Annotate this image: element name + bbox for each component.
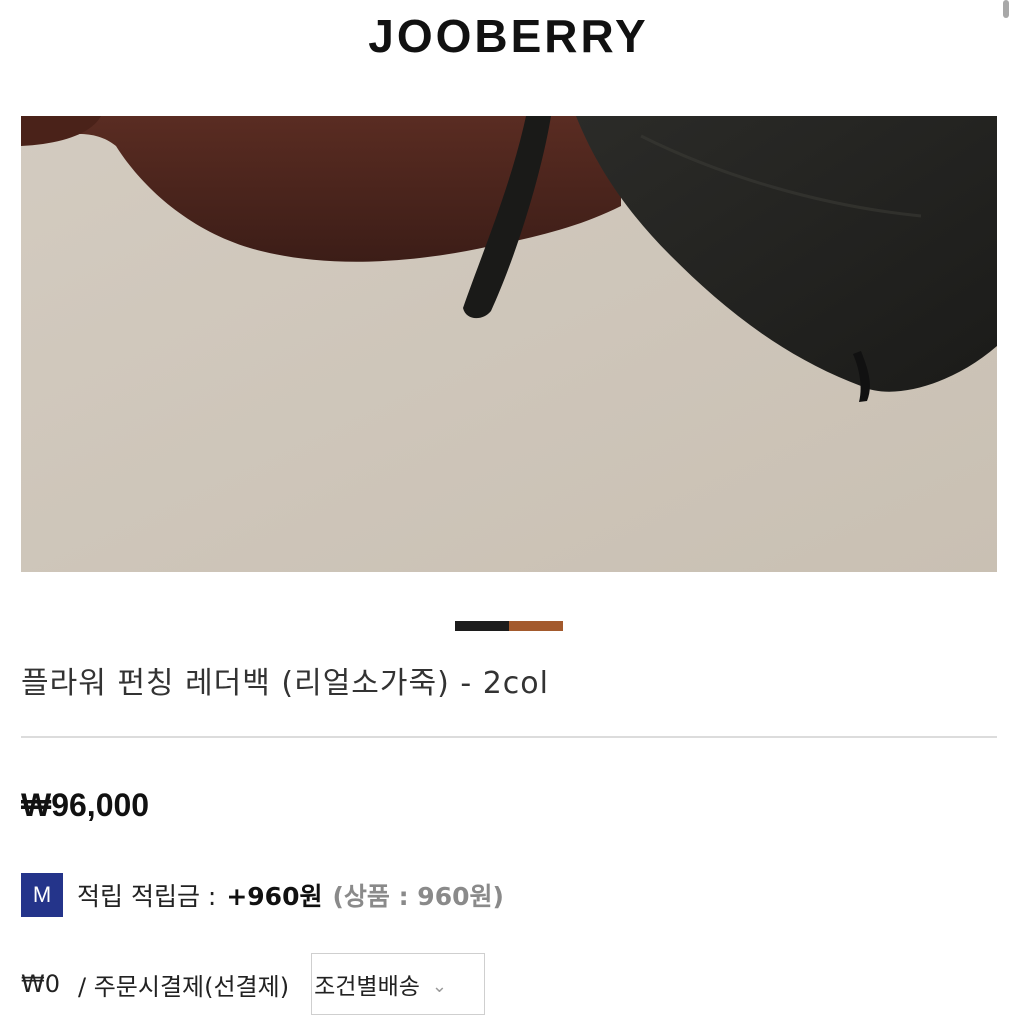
shipping-method: / 주문시결제(선결제): [78, 972, 290, 1001]
brand-logo[interactable]: JOOBERRY: [0, 8, 1017, 64]
product-title: 플라워 펀칭 레더백 (리얼소가죽) - 2col: [21, 666, 549, 701]
points-row: M 적립 적립금 : +960원 (상품 : 960원): [21, 872, 504, 918]
product-price: ₩96,000: [21, 787, 150, 823]
swatch-brown[interactable]: [509, 621, 563, 631]
chevron-down-icon: ⌄: [431, 975, 447, 997]
points-amount: +960원: [226, 882, 323, 911]
points-label: 적립 적립금 :: [77, 882, 217, 911]
membership-badge-icon: M: [21, 873, 63, 917]
product-image[interactable]: [21, 116, 997, 572]
points-detail: (상품 : 960원): [332, 882, 504, 911]
color-swatch-indicator: [455, 621, 563, 631]
shipping-select-value: 조건별배송: [314, 974, 420, 1000]
shipping-fee: ₩0: [21, 970, 60, 998]
shipping-select[interactable]: 조건별배송 ⌄: [311, 953, 486, 1015]
swatch-black[interactable]: [455, 621, 509, 631]
shipping-row: ₩0 / 주문시결제(선결제) 조건별배송 ⌄: [21, 952, 486, 1016]
divider: [21, 736, 997, 738]
